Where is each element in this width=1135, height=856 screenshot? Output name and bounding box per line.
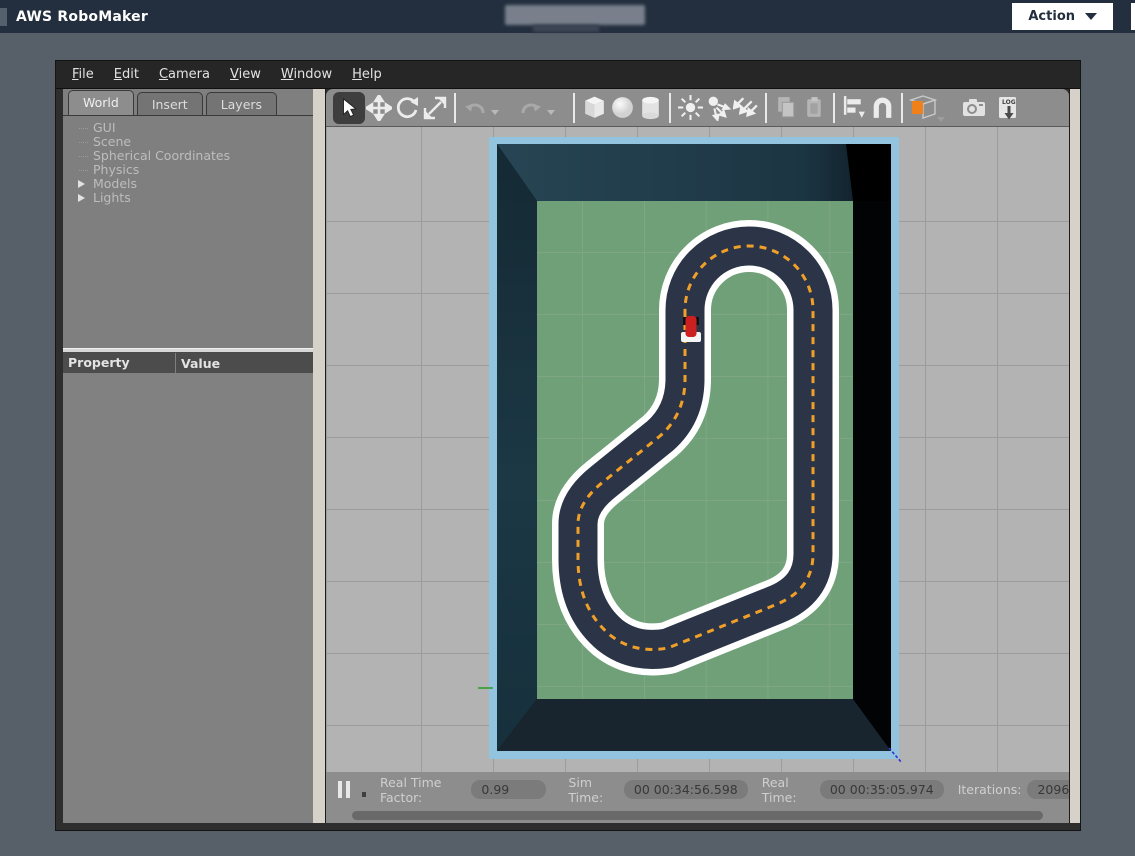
sphere-shape-button[interactable] [608,94,636,122]
tree-item-spherical-coordinates[interactable]: Spherical Coordinates [63,149,313,163]
copy-icon [773,94,800,121]
log-button[interactable]: LOG [994,94,1022,122]
simulation-viewport[interactable] [326,126,1069,772]
point-light-icon [677,94,704,121]
gazebo-toolbar: LOG [326,89,1069,126]
undo-history-caret[interactable] [491,110,499,115]
tree-item-gui[interactable]: GUI [63,121,313,135]
viewport-column: LOG [326,89,1069,823]
cursor-icon [338,97,360,119]
directional-light-button[interactable] [732,94,760,122]
action-button[interactable]: Action [1012,3,1113,30]
move-icon [366,95,392,121]
sim-time-value: 00 00:34:56.598 [624,780,748,799]
svg-text:LOG: LOG [1002,99,1016,106]
view-angle-button[interactable] [908,94,946,122]
real-time-value: 00 00:35:05.974 [820,780,944,799]
tree-item-models[interactable]: Models [63,177,313,191]
box-shape-button[interactable] [580,94,608,122]
view-cube-icon [909,93,945,123]
step-button[interactable] [362,792,366,797]
redacted-simulation-name [505,5,645,32]
redo-history-caret[interactable] [547,110,555,115]
spot-light-button[interactable] [704,94,732,122]
cylinder-icon [637,94,664,121]
value-column-header: Value [176,356,220,371]
screenshot-button[interactable] [960,94,988,122]
rtf-value: 0.99 [471,780,546,799]
cube-icon [581,94,608,121]
world-panel: World Insert Layers GUI Scene Spherical … [63,89,313,823]
property-table-header: Property Value [63,353,313,373]
menu-window[interactable]: Window [271,62,342,87]
horizontal-scrollbar [326,807,1069,823]
track-scene [326,127,1062,764]
caret-down-icon [1085,13,1097,20]
iterations-label: Iterations: [958,782,1022,797]
world-tree: GUI Scene Spherical Coordinates Physics … [63,116,313,348]
expand-arrow-icon[interactable] [78,180,85,188]
panel-tabs: World Insert Layers [63,89,313,116]
menubar: File Edit Camera View Window Help [56,61,1080,89]
directional-light-icon [733,94,760,121]
property-column-header: Property [63,353,176,373]
select-tool-button[interactable] [333,92,365,124]
paste-icon [801,94,828,121]
tree-item-lights[interactable]: Lights [63,191,313,205]
tree-item-scene[interactable]: Scene [63,135,313,149]
scrollbar-thumb[interactable] [352,811,1043,820]
menu-edit[interactable]: Edit [104,62,149,87]
point-light-button[interactable] [676,94,704,122]
pause-button[interactable] [338,781,350,798]
iterations-value: 20965 [1027,780,1069,799]
tab-layers[interactable]: Layers [206,92,277,115]
action-button-label: Action [1028,9,1075,24]
magnet-icon [869,94,896,121]
vertical-splitter[interactable] [313,89,326,823]
sphere-icon [609,94,636,121]
menu-view[interactable]: View [220,62,271,87]
menu-file[interactable]: File [62,62,104,87]
undo-button[interactable] [461,94,489,122]
edge-button-sliver [1131,3,1135,30]
spot-light-icon [705,94,732,121]
aws-console-topbar: AWS RoboMaker Action [0,0,1135,33]
snap-tool-button[interactable] [868,94,896,122]
right-splitter[interactable] [1069,89,1080,823]
nav-icon [0,8,7,26]
undo-icon [462,95,488,121]
paste-button[interactable] [800,94,828,122]
cylinder-shape-button[interactable] [636,94,664,122]
gazebo-window: File Edit Camera View Window Help World … [55,60,1081,831]
rtf-label: Real Time Factor: [380,775,465,805]
camera-icon [960,94,988,122]
rotate-icon [394,95,420,121]
expand-arrow-icon[interactable] [78,194,85,202]
copy-button[interactable] [772,94,800,122]
room-wall-left [497,144,537,751]
sim-time-label: Sim Time: [568,775,617,805]
rotate-tool-button[interactable] [393,94,421,122]
real-time-label: Real Time: [762,775,814,805]
redo-button[interactable] [517,94,545,122]
tree-item-physics[interactable]: Physics [63,163,313,177]
menu-camera[interactable]: Camera [149,62,220,87]
tab-insert[interactable]: Insert [137,92,203,115]
app-title: AWS RoboMaker [16,9,148,25]
scale-tool-button[interactable] [421,94,449,122]
room-wall-bottom [497,699,891,751]
align-icon [841,94,868,121]
room-wall-top [497,144,891,201]
scale-icon [422,95,448,121]
simulation-statusbar: Real Time Factor: 0.99 Sim Time: 00 00:3… [326,772,1069,807]
property-table-body [63,373,313,823]
menu-help[interactable]: Help [342,62,392,87]
align-tool-button[interactable] [840,94,868,122]
redo-icon [518,95,544,121]
translate-tool-button[interactable] [365,94,393,122]
tab-world[interactable]: World [68,90,134,115]
log-icon: LOG [994,94,1022,122]
